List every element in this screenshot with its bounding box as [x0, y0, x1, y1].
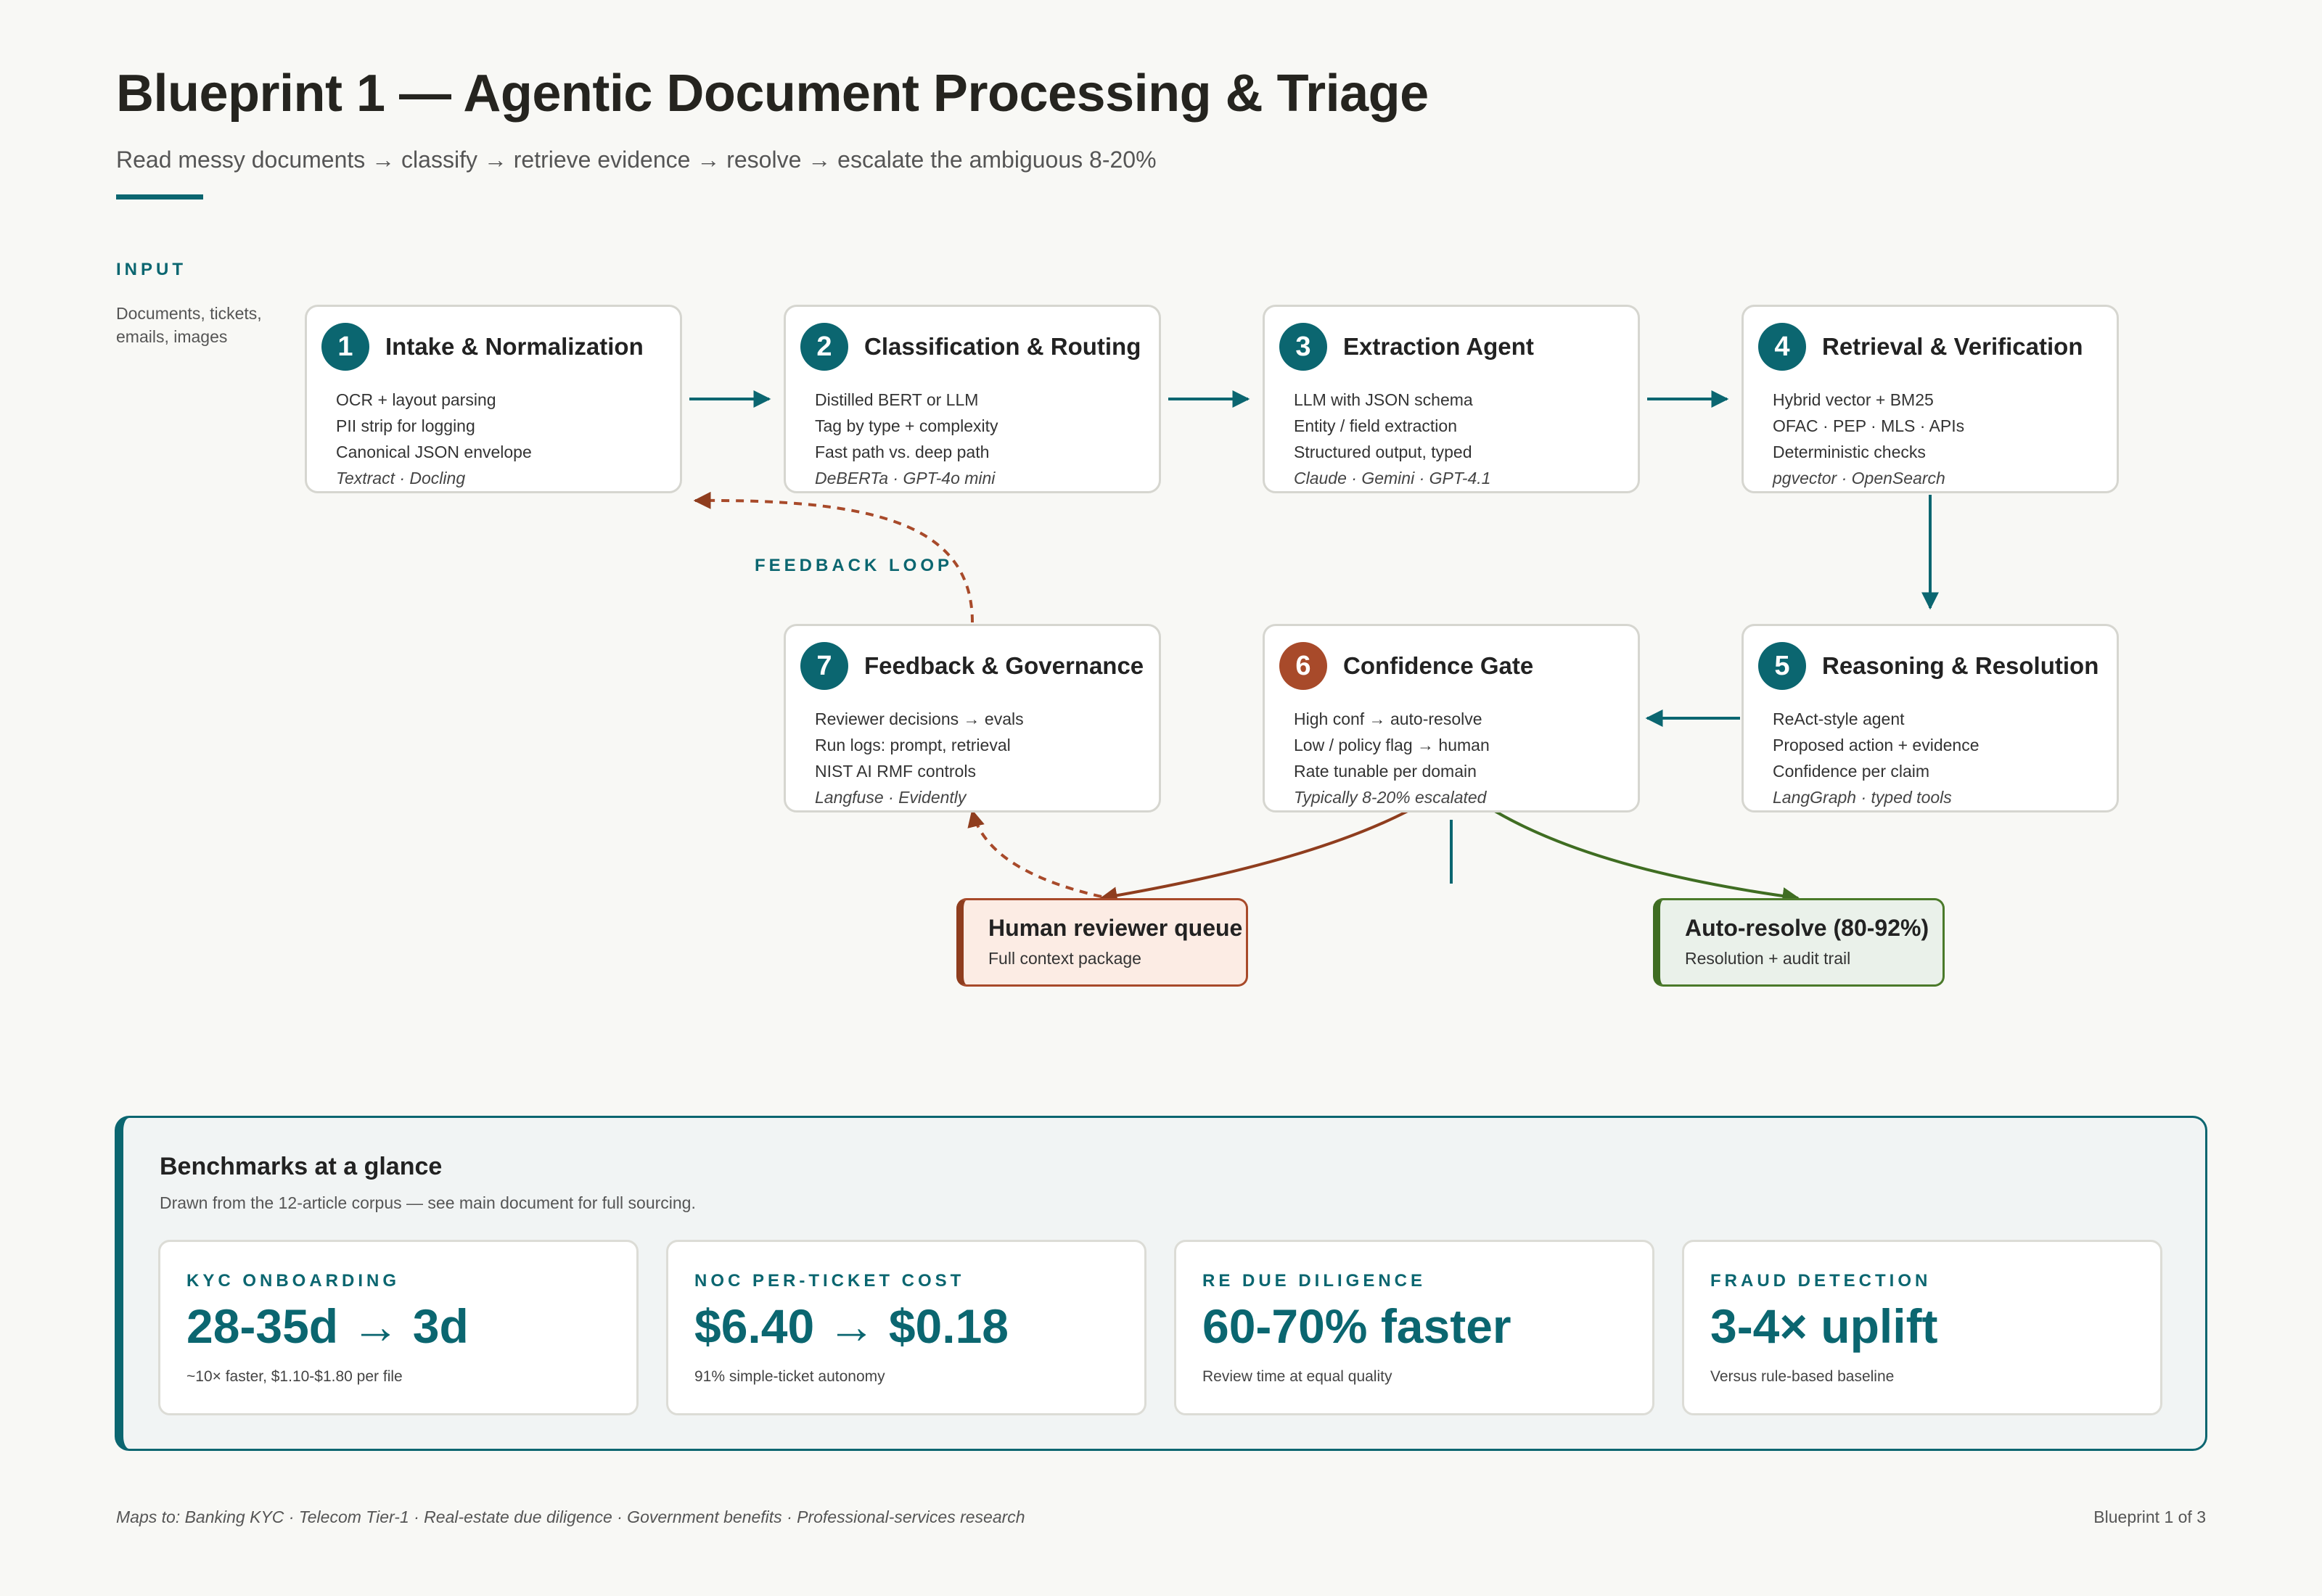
step-detail: OFAC · PEP · MLS · APIs [1773, 416, 1965, 435]
step-tools: pgvector · OpenSearch [1773, 469, 1945, 488]
step-detail: Confidence per claim [1773, 762, 1930, 781]
step-detail: Distilled BERT or LLM [815, 390, 979, 409]
step-title: Retrieval & Verification [1822, 333, 2083, 360]
step-detail: NIST AI RMF controls [815, 762, 976, 781]
step-number-badge: 1 [321, 323, 369, 371]
auto-resolve-outcome: Auto-resolve (80-92%) Resolution + audit… [1653, 898, 1945, 987]
benchmarks-subtitle: Drawn from the 12-article corpus — see m… [160, 1193, 696, 1212]
step-detail: Entity / field extraction [1294, 416, 1457, 435]
benchmark-note: Versus rule-based baseline [1710, 1368, 1895, 1385]
step-title: Feedback & Governance [864, 652, 1144, 679]
step-tools: Claude · Gemini · GPT-4.1 [1294, 469, 1491, 488]
outcome-subtitle: Resolution + audit trail [1685, 949, 1851, 968]
benchmark-label: NOC PER-TICKET COST [694, 1271, 965, 1291]
human-reviewer-queue: Human reviewer queue Full context packag… [956, 898, 1248, 987]
step-number-badge: 5 [1758, 642, 1806, 690]
step-detail: Structured output, typed [1294, 443, 1472, 461]
footer-maps-to: Maps to: Banking KYC · Telecom Tier-1 · … [116, 1507, 1025, 1526]
benchmark-label: FRAUD DETECTION [1710, 1271, 1932, 1291]
benchmark-value: 28-35d → 3d [186, 1299, 469, 1353]
benchmark-note: ~10× faster, $1.10-$1.80 per file [186, 1368, 403, 1385]
step-number-badge: 6 [1279, 642, 1327, 690]
step-detail: Deterministic checks [1773, 443, 1926, 461]
benchmark-card-fraud: FRAUD DETECTION 3-4× uplift Versus rule-… [1682, 1240, 2162, 1415]
benchmark-card-re: RE DUE DILIGENCE 60-70% faster Review ti… [1174, 1240, 1654, 1415]
benchmark-value: 60-70% faster [1202, 1299, 1511, 1353]
benchmark-card-kyc: KYC ONBOARDING 28-35d → 3d ~10× faster, … [158, 1240, 639, 1415]
step-detail: Canonical JSON envelope [336, 443, 532, 461]
step-tools: DeBERTa · GPT-4o mini [815, 469, 996, 488]
step-detail: LLM with JSON schema [1294, 390, 1473, 409]
step-title: Intake & Normalization [385, 333, 644, 360]
benchmarks-title: Benchmarks at a glance [160, 1153, 443, 1180]
step-detail: Rate tunable per domain [1294, 762, 1477, 781]
step-detail: Low / policy flag → human [1294, 736, 1490, 754]
outcome-title: Auto-resolve (80-92%) [1685, 915, 1929, 941]
footer-page-indicator: Blueprint 1 of 3 [2093, 1507, 2206, 1526]
benchmarks-panel: Benchmarks at a glance Drawn from the 12… [115, 1116, 2207, 1451]
step-number-badge: 3 [1279, 323, 1327, 371]
step-detail: ReAct-style agent [1773, 709, 1905, 728]
outcome-title: Human reviewer queue [988, 915, 1243, 941]
step-intake-normalization: 1 Intake & Normalization OCR + layout pa… [305, 305, 682, 493]
step-title: Confidence Gate [1343, 652, 1534, 679]
benchmark-label: RE DUE DILIGENCE [1202, 1271, 1427, 1291]
step-number-badge: 2 [800, 323, 848, 371]
arrow-human-to-feedback [967, 809, 1102, 898]
step-detail: Proposed action + evidence [1773, 736, 1980, 754]
benchmark-value: 3-4× uplift [1710, 1299, 1938, 1353]
step-detail: Hybrid vector + BM25 [1773, 390, 1934, 409]
benchmark-value: $6.40 → $0.18 [694, 1299, 1009, 1353]
step-retrieval-verification: 4 Retrieval & Verification Hybrid vector… [1742, 305, 2119, 493]
step-tools: Textract · Docling [336, 469, 466, 488]
step-confidence-gate: 6 Confidence Gate High conf → auto-resol… [1263, 624, 1640, 813]
outcome-subtitle: Full context package [988, 949, 1141, 968]
step-title: Reasoning & Resolution [1822, 652, 2099, 679]
arrow-gate-to-auto [1493, 810, 1800, 905]
step-detail: OCR + layout parsing [336, 390, 496, 409]
benchmark-label: KYC ONBOARDING [186, 1271, 401, 1291]
step-feedback-governance: 7 Feedback & Governance Reviewer decisio… [784, 624, 1161, 813]
step-detail: Fast path vs. deep path [815, 443, 990, 461]
step-detail: High conf → auto-resolve [1294, 709, 1482, 728]
step-tools: Langfuse · Evidently [815, 788, 967, 807]
step-number-badge: 4 [1758, 323, 1806, 371]
feedback-loop-label: FEEDBACK LOOP [755, 556, 953, 575]
step-title: Classification & Routing [864, 333, 1141, 360]
step-extraction-agent: 3 Extraction Agent LLM with JSON schema … [1263, 305, 1640, 493]
benchmark-note: 91% simple-ticket autonomy [694, 1368, 885, 1385]
step-detail: Reviewer decisions → evals [815, 709, 1024, 728]
step-detail: Tag by type + complexity [815, 416, 998, 435]
step-number-badge: 7 [800, 642, 848, 690]
step-tools: Typically 8-20% escalated [1294, 788, 1487, 807]
step-detail: Run logs: prompt, retrieval [815, 736, 1011, 754]
step-reasoning-resolution: 5 Reasoning & Resolution ReAct-style age… [1742, 624, 2119, 813]
benchmark-card-noc: NOC PER-TICKET COST $6.40 → $0.18 91% si… [666, 1240, 1146, 1415]
step-title: Extraction Agent [1343, 333, 1534, 360]
step-classification-routing: 2 Classification & Routing Distilled BER… [784, 305, 1161, 493]
benchmark-note: Review time at equal quality [1202, 1368, 1392, 1385]
step-tools: LangGraph · typed tools [1773, 788, 1952, 807]
arrow-gate-to-human [1099, 810, 1408, 905]
step-detail: PII strip for logging [336, 416, 475, 435]
